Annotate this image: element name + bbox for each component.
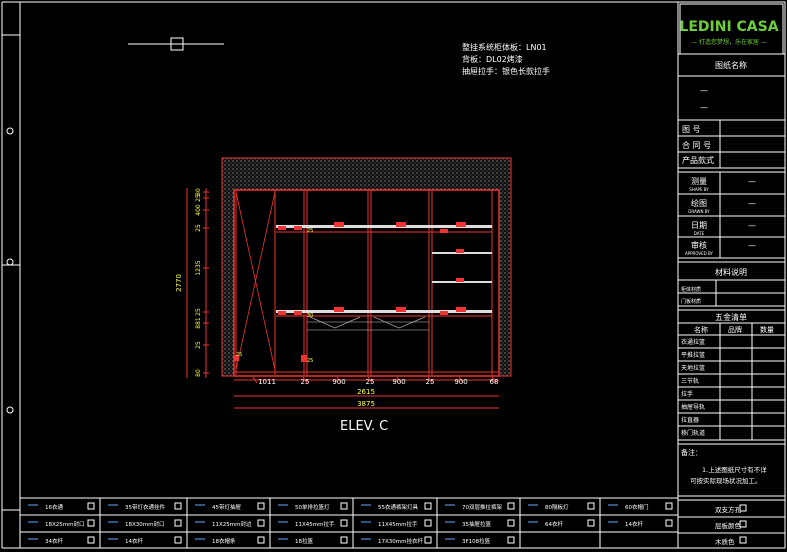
legend-item: 11X45mm拉手	[378, 520, 418, 528]
title-block: LEDINI CASA — 打造您梦想，乐在家居 — 图纸名称 — — 图 号 …	[677, 2, 785, 548]
svg-text:—: —	[748, 221, 756, 230]
dim-overall-inner: 2615	[357, 388, 375, 396]
legend-item: 14衣杆	[125, 537, 143, 545]
legend-item: 50单排拉篮灯	[295, 503, 330, 511]
dim-left-segment: 1235	[195, 260, 202, 275]
svg-text:—: —	[748, 199, 756, 208]
dim-bottom-segment: 900	[454, 378, 467, 386]
dim-bottom-segment: 68	[490, 378, 499, 386]
hardware-row-label: 天地拉篮	[681, 364, 705, 372]
svg-text:—: —	[700, 103, 708, 112]
svg-text:柜体材质: 柜体材质	[681, 286, 701, 293]
binding-marks	[2, 34, 20, 511]
note-line-2: 可按实际现场状况加工。	[690, 476, 762, 485]
section-marker	[128, 37, 224, 51]
dim-bottom-segment: 25	[426, 378, 435, 386]
legend-item: 35带灯衣通挂件	[125, 503, 165, 511]
dim-left-segment: 80	[195, 369, 202, 377]
hardware-row-label: 抽屉导轨	[681, 403, 705, 411]
legend-item: 35抽屉拉篮	[462, 520, 491, 528]
svg-text:备注：: 备注：	[681, 448, 702, 457]
legend-item: 11X25mm封边	[212, 520, 252, 528]
legend-item: 80隔板灯	[545, 503, 569, 511]
svg-text:—: —	[748, 241, 756, 250]
legend-item: 64衣杆	[545, 520, 563, 528]
hardware-row-label: 衣通拉篮	[681, 338, 705, 346]
svg-text:数量: 数量	[760, 325, 774, 334]
dim-left-segment: 25	[195, 341, 202, 349]
legend-item: 14衣杆	[625, 520, 643, 528]
svg-text:双支方孔: 双支方孔	[715, 505, 742, 514]
svg-text:日期: 日期	[691, 221, 707, 230]
dim-bottom-segment: 25	[366, 378, 375, 386]
dim-left-segment: 25	[195, 194, 202, 202]
hardware-title: 五金清单	[715, 312, 747, 322]
legend-item: 34衣杆	[45, 537, 63, 545]
product-label: 产品款式	[682, 155, 714, 165]
legend-item: 17X30mm挂衣杆	[378, 537, 423, 545]
dim-left-segment: 25	[195, 308, 202, 316]
note-back-panel: 背板：DL02烤漆	[462, 54, 523, 64]
legend-item: 16衣通	[45, 503, 63, 511]
note-line-1: 1.上述图纸尺寸有不详	[702, 465, 767, 474]
dim-small: 25	[307, 228, 313, 234]
dim-small: 25	[236, 352, 242, 358]
legend-item: 18拉篮	[295, 537, 313, 545]
note-drawer-handle: 抽屉拉手：银色长款拉手	[462, 66, 550, 76]
logo-text: LEDINI CASA	[679, 19, 778, 35]
svg-text:绘图: 绘图	[691, 198, 707, 208]
legend-item: 18X25mm封口	[45, 520, 84, 528]
svg-text:层板颜色: 层板颜色	[715, 521, 742, 530]
drawing-no-label: 图 号	[682, 125, 701, 134]
cad-drawing: LEDINI CASA — 打造您梦想，乐在家居 — 图纸名称 — — 图 号 …	[1, 1, 786, 549]
note-cabinet-board: 整挂系统柜体板：LN01	[462, 42, 547, 52]
dim-left-segment: 25	[195, 224, 202, 232]
hardware-row-label: 移门轨道	[681, 429, 705, 437]
dim-small: 30	[307, 313, 313, 319]
svg-text:测量: 测量	[691, 177, 707, 186]
legend-item: 3F108拉篮	[462, 537, 491, 545]
svg-text:门板材质: 门板材质	[681, 298, 701, 305]
dim-bottom-segment: 900	[332, 378, 345, 386]
svg-text:DATE: DATE	[694, 231, 705, 236]
legend-item: 18衣帽条	[212, 537, 236, 545]
svg-text:DRAWN BY: DRAWN BY	[688, 209, 710, 214]
material-title: 材料说明	[715, 267, 747, 277]
svg-text:品牌: 品牌	[728, 325, 742, 334]
hardware-row-label: 平推拉篮	[681, 351, 705, 359]
dim-bottom-segment: 900	[392, 378, 405, 386]
svg-text:APPROVED BY: APPROVED BY	[685, 251, 714, 256]
svg-text:木质色: 木质色	[715, 537, 735, 546]
legend-item: 45带灯抽屉	[212, 503, 241, 511]
legend-table: 16衣通 35带灯衣通挂件 45带灯抽屉 50单排拉篮灯 55衣通裤架灯具 70双层推拉裤…	[19, 497, 679, 548]
elevation-label: ELEV. C	[340, 419, 388, 434]
svg-text:—: —	[700, 86, 708, 95]
dim-left-segment: 400	[195, 204, 202, 216]
svg-text:审核: 审核	[691, 240, 707, 250]
hardware-row-label: 拉直器	[681, 416, 699, 424]
hardware-row-label: 三节轨	[681, 377, 699, 385]
dim-bottom-segment: 25	[301, 378, 310, 386]
svg-text:—: —	[748, 177, 756, 186]
dim-left-segment: 881	[195, 317, 202, 329]
svg-text:名称: 名称	[694, 325, 708, 334]
legend-item: 55衣通裤架灯具	[378, 503, 418, 511]
svg-text:SHAPE BY: SHAPE BY	[689, 187, 709, 192]
contract-no-label: 合 同 号	[682, 140, 711, 150]
dim-bottom-segment: 1011	[258, 378, 276, 386]
dim-height-total: 2770	[175, 274, 183, 292]
legend-item: 70双层推拉裤架	[462, 503, 502, 511]
dim-small: 25	[307, 358, 313, 364]
legend-item: 11X45mm拉手	[295, 520, 335, 528]
logo-slogan: — 打造您梦想，乐在家居 —	[691, 38, 767, 46]
dim-overall: 3875	[357, 400, 375, 408]
legend-item: 18X30mm封口	[125, 520, 164, 528]
hardware-row-label: 拉手	[681, 390, 693, 398]
drawing-name-label: 图纸名称	[715, 60, 747, 70]
legend-item: 60衣帽门	[625, 503, 649, 511]
